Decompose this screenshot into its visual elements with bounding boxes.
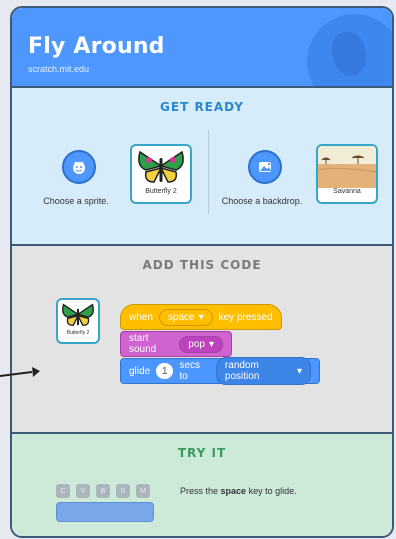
glide-block[interactable]: glide 1 secs to random position ▾ bbox=[120, 357, 320, 385]
add-code-title: ADD THIS CODE bbox=[142, 258, 262, 272]
instruction-pre: Press the bbox=[180, 486, 221, 496]
start-sound-label: start sound bbox=[129, 333, 157, 355]
when-key-pressed-block[interactable]: when space ▾ key pressed bbox=[120, 304, 282, 330]
dropdown-arrow-icon: ▾ bbox=[208, 338, 214, 350]
get-ready-title: GET READY bbox=[160, 100, 244, 114]
glide-label: glide bbox=[129, 365, 151, 377]
key-m: M bbox=[136, 484, 150, 498]
backdrop-thumbnail[interactable]: Savanna bbox=[316, 144, 378, 204]
add-code-section: ADD THIS CODE Butterfly 2 when space ▾ k… bbox=[12, 244, 392, 434]
start-sound-block[interactable]: start sound pop ▾ bbox=[120, 331, 232, 357]
key-dropdown[interactable]: space ▾ bbox=[158, 308, 213, 326]
spacebar-key bbox=[56, 502, 154, 522]
target-dropdown[interactable]: random position ▾ bbox=[215, 357, 312, 385]
choose-backdrop-label: Choose a backdrop. bbox=[221, 196, 303, 206]
sound-dropdown[interactable]: pop ▾ bbox=[179, 335, 223, 353]
butterfly-icon bbox=[62, 303, 94, 327]
choose-sprite-label: Choose a sprite. bbox=[43, 196, 109, 206]
try-it-section: TRY IT C V B N M Press the space key to … bbox=[12, 432, 392, 536]
sprite-icon bbox=[73, 161, 85, 174]
sound-value: pop bbox=[188, 338, 205, 350]
dropdown-arrow-icon: ▾ bbox=[198, 311, 204, 323]
sprite-name: Butterfly 2 bbox=[145, 188, 177, 195]
card-header: Fly Around scratch.mit.edu bbox=[12, 8, 392, 86]
card-title: Fly Around bbox=[28, 34, 165, 59]
secs-input[interactable]: 1 bbox=[156, 363, 174, 379]
dropdown-arrow-icon: ▾ bbox=[296, 365, 303, 377]
key-b: B bbox=[96, 484, 110, 498]
try-it-title: TRY IT bbox=[177, 446, 227, 460]
sprite-thumbnail[interactable]: Butterfly 2 bbox=[130, 144, 192, 204]
section-divider bbox=[208, 130, 209, 214]
get-ready-section: GET READY Choose a sprite. Butterfly 2 C… bbox=[12, 86, 392, 246]
key-c: C bbox=[56, 484, 70, 498]
code-sprite-thumbnail: Butterfly 2 bbox=[56, 298, 100, 344]
key-pressed-label: key pressed bbox=[218, 311, 273, 323]
try-it-instruction: Press the space key to glide. bbox=[180, 486, 297, 496]
choose-backdrop-button[interactable] bbox=[248, 150, 282, 184]
card-subtitle: scratch.mit.edu bbox=[28, 64, 90, 74]
globe-icon bbox=[307, 14, 392, 86]
instruction-post: key to glide. bbox=[246, 486, 297, 496]
key-value: space bbox=[167, 311, 195, 323]
pointer-arrow-icon bbox=[0, 367, 40, 377]
choose-sprite-button[interactable] bbox=[62, 150, 96, 184]
butterfly-icon bbox=[138, 150, 184, 183]
activity-card: Fly Around scratch.mit.edu GET READY Cho… bbox=[10, 6, 394, 538]
backdrop-name: Savanna bbox=[333, 188, 361, 195]
backdrop-icon bbox=[259, 162, 271, 172]
target-value: random position bbox=[224, 360, 260, 382]
key-n: N bbox=[116, 484, 130, 498]
instruction-key: space bbox=[220, 486, 247, 496]
key-v: V bbox=[76, 484, 90, 498]
when-label: when bbox=[129, 311, 153, 323]
secs-to-label: secs to bbox=[179, 360, 201, 382]
savanna-icon bbox=[318, 146, 376, 188]
code-sprite-name: Butterfly 2 bbox=[66, 330, 90, 336]
